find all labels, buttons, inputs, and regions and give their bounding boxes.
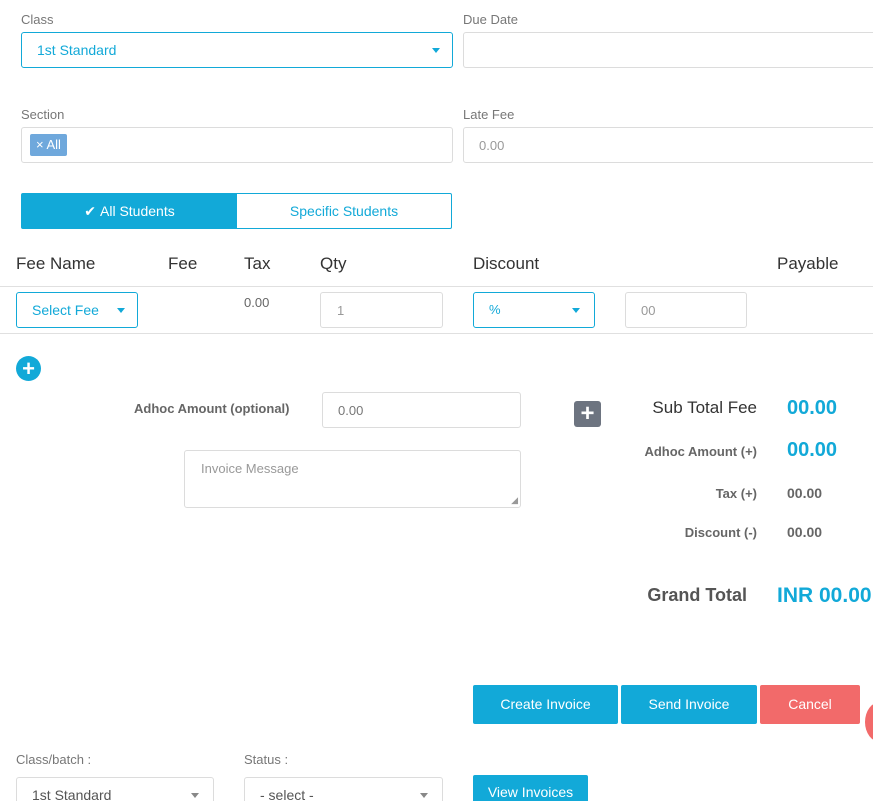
late-fee-placeholder: 0.00: [479, 138, 505, 153]
section-multiselect[interactable]: × All: [21, 127, 453, 163]
chevron-down-icon: [572, 308, 580, 313]
grand-total-label: Grand Total: [647, 585, 747, 605]
class-select[interactable]: 1st Standard: [21, 32, 453, 68]
late-fee-label: Late Fee: [463, 107, 515, 122]
adhoc-amount-input[interactable]: 0.00: [322, 392, 521, 428]
header-fee-name: Fee Name: [16, 254, 96, 273]
grand-total-value: INR 00.00: [777, 584, 872, 607]
class-batch-value: 1st Standard: [32, 787, 112, 801]
header-divider: [0, 286, 873, 287]
invoice-message-textarea[interactable]: Invoice Message ◢: [184, 450, 521, 508]
status-select[interactable]: - select -: [244, 777, 443, 801]
chevron-down-icon: [117, 308, 125, 313]
section-tag-label: All: [46, 137, 61, 152]
all-students-option[interactable]: ✔ All Students: [22, 194, 237, 228]
section-label: Section: [21, 107, 65, 122]
select-fee-label: Select Fee: [32, 302, 99, 318]
specific-students-option[interactable]: Specific Students: [237, 194, 451, 228]
discount-summary-value: 00.00: [787, 524, 823, 540]
qty-input[interactable]: 1: [320, 292, 443, 328]
discount-amount-input[interactable]: 00: [625, 292, 747, 328]
adhoc-summary-value: 00.00: [787, 439, 838, 461]
resize-handle-icon[interactable]: ◢: [511, 495, 518, 506]
discount-summary-label: Discount (-): [684, 525, 757, 540]
adhoc-summary-label: Adhoc Amount (+): [644, 444, 757, 459]
discount-type-value: %: [489, 302, 501, 317]
select-fee-dropdown[interactable]: Select Fee: [16, 292, 138, 328]
invoice-message-placeholder: Invoice Message: [201, 461, 299, 476]
sub-total-value: 00.00: [787, 397, 838, 419]
add-row-icon[interactable]: +: [16, 356, 41, 381]
discount-type-select[interactable]: %: [473, 292, 595, 328]
view-invoices-button[interactable]: View Invoices: [473, 775, 588, 801]
status-value: - select -: [260, 787, 314, 801]
class-label: Class: [21, 12, 54, 27]
header-qty: Qty: [320, 254, 347, 273]
class-batch-label: Class/batch :: [16, 752, 92, 767]
floating-action-button[interactable]: [865, 702, 873, 742]
late-fee-input[interactable]: 0.00: [463, 127, 873, 163]
tax-summary-label: Tax (+): [715, 486, 757, 501]
chevron-down-icon: [420, 793, 428, 798]
adhoc-amount-label: Adhoc Amount (optional): [134, 401, 290, 416]
due-date-label: Due Date: [463, 12, 518, 27]
cancel-button[interactable]: Cancel: [760, 685, 860, 724]
class-batch-select[interactable]: 1st Standard: [16, 777, 214, 801]
qty-value: 1: [337, 303, 345, 318]
send-invoice-button[interactable]: Send Invoice: [621, 685, 757, 724]
discount-placeholder: 00: [641, 303, 656, 318]
chevron-down-icon: [432, 48, 440, 53]
due-date-input[interactable]: [463, 32, 873, 68]
row-divider: [0, 333, 873, 334]
chevron-down-icon: [191, 793, 199, 798]
create-invoice-button[interactable]: Create Invoice: [473, 685, 618, 724]
remove-tag-icon[interactable]: ×: [36, 137, 44, 152]
student-scope-toggle: ✔ All Students Specific Students: [21, 193, 452, 229]
all-students-label: All Students: [100, 203, 175, 219]
adhoc-amount-placeholder: 0.00: [338, 403, 364, 418]
status-label: Status :: [244, 752, 289, 767]
specific-students-label: Specific Students: [289, 203, 399, 219]
row-tax-value: 0.00: [244, 295, 270, 310]
section-tag[interactable]: × All: [30, 134, 67, 156]
header-payable: Payable: [777, 254, 839, 273]
header-tax: Tax: [244, 254, 271, 273]
class-select-value: 1st Standard: [37, 42, 117, 58]
tax-summary-value: 00.00: [787, 485, 823, 501]
check-icon: ✔: [84, 202, 96, 219]
header-discount: Discount: [473, 254, 540, 273]
header-fee: Fee: [168, 254, 198, 273]
add-adhoc-icon[interactable]: +: [574, 401, 601, 427]
sub-total-label: Sub Total Fee: [652, 398, 757, 417]
